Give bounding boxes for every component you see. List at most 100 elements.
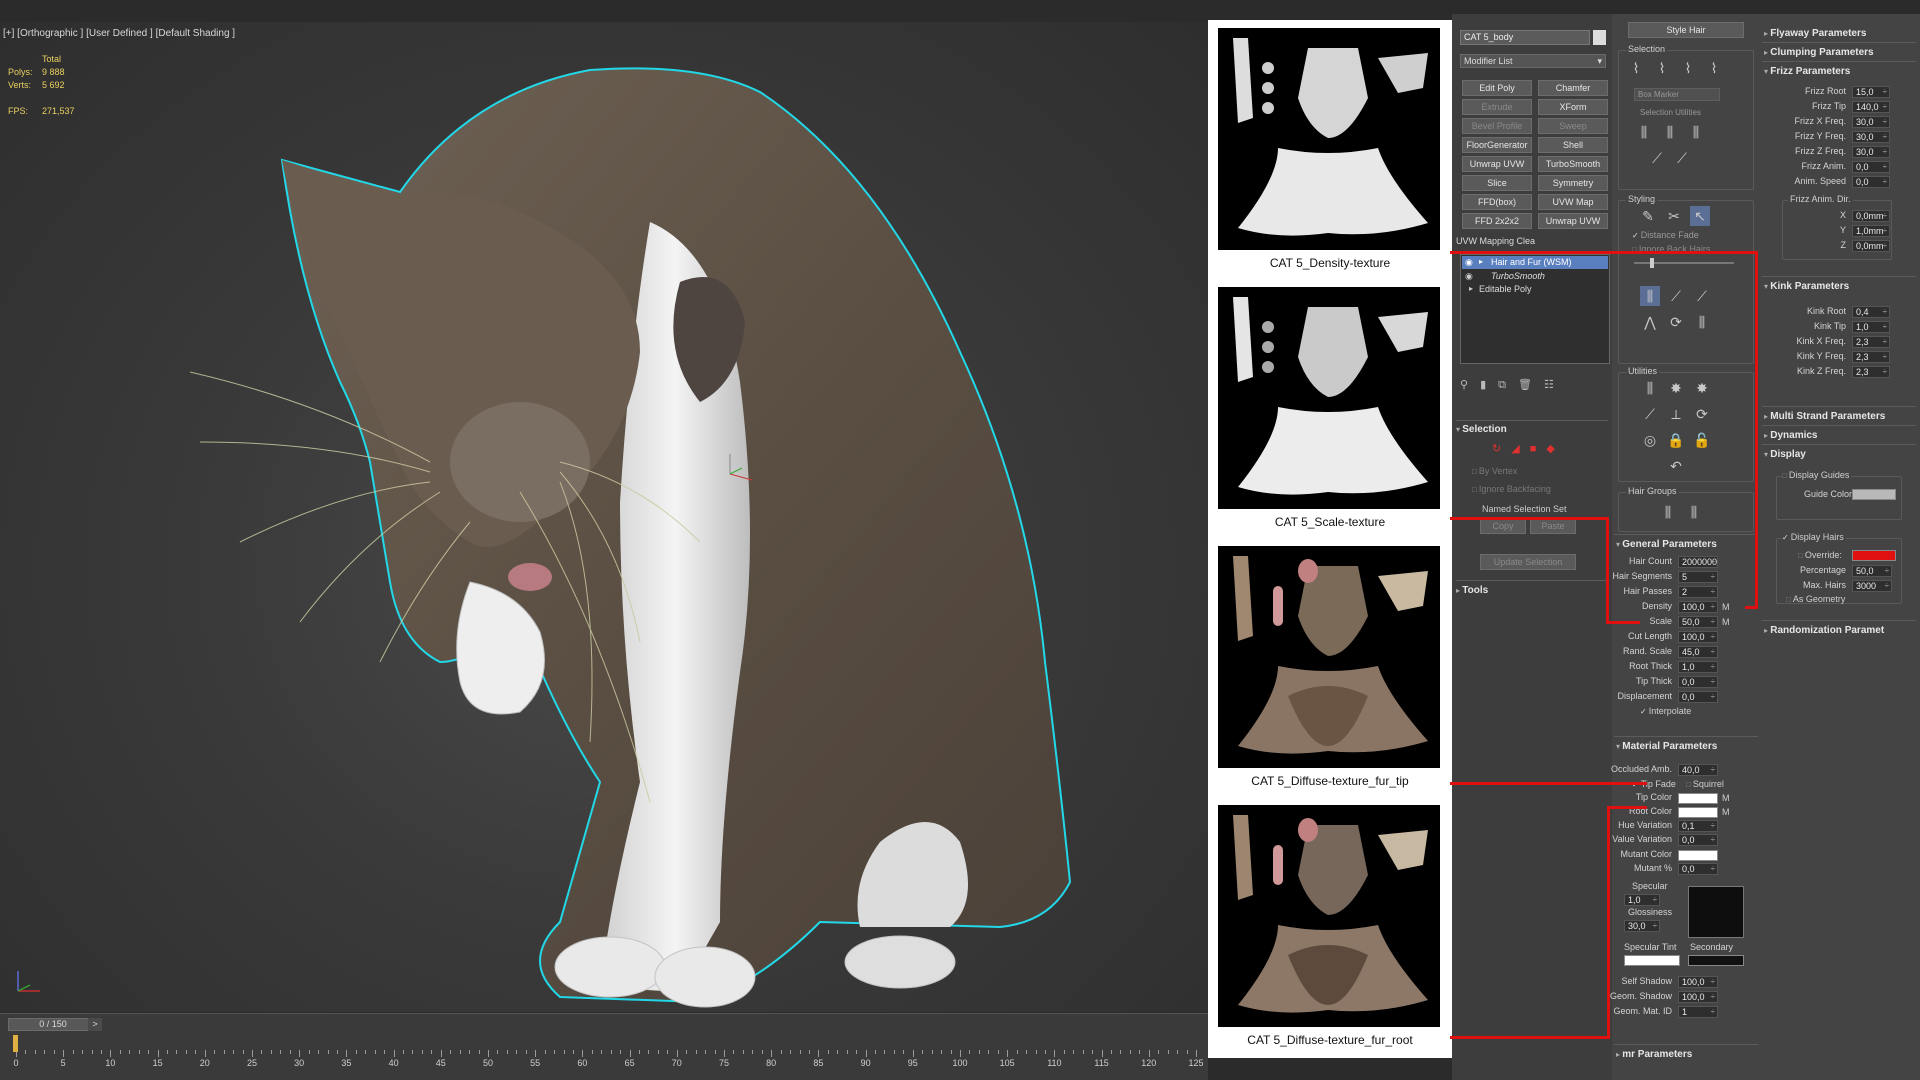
triangle-icon[interactable]: ◢ <box>1511 443 1529 455</box>
param-spinner[interactable]: 0,0mm <box>1852 210 1890 222</box>
poly-icon[interactable]: ◆ <box>1546 443 1564 455</box>
param-spinner[interactable]: 30,0 <box>1852 131 1890 143</box>
modifier-button[interactable]: UVW Map <box>1538 194 1608 210</box>
guide-color-swatch[interactable] <box>1852 489 1896 500</box>
translate-icon[interactable]: ⫼ <box>1640 286 1660 306</box>
time-slider[interactable]: 0 / 150 <box>8 1018 98 1031</box>
modifier-button[interactable]: Unwrap UVW <box>1538 213 1608 229</box>
modifier-button[interactable]: FFD 2x2x2 <box>1462 213 1532 229</box>
kink-parameters-header[interactable]: Kink Parameters <box>1764 281 1849 292</box>
object-color-swatch[interactable] <box>1593 30 1606 45</box>
modifier-button[interactable]: Edit Poly <box>1462 80 1532 96</box>
eye-icon[interactable]: ◉ <box>1465 271 1473 282</box>
update-selection-button[interactable]: Update Selection <box>1480 554 1576 570</box>
expand-arrow-icon[interactable]: ▸ <box>1469 284 1473 293</box>
param-spinner[interactable]: 0,0 <box>1678 676 1718 688</box>
param-spinner[interactable]: 15,0 <box>1852 86 1890 98</box>
flyaway-parameters-header[interactable]: Flyaway Parameters <box>1764 28 1866 39</box>
rotate-icon[interactable]: ⟳ <box>1666 312 1686 332</box>
expand-arrow-icon[interactable]: ▸ <box>1479 257 1483 266</box>
map-button[interactable]: M <box>1722 601 1731 613</box>
map-button[interactable] <box>1722 691 1731 703</box>
display-header[interactable]: Display <box>1764 449 1806 460</box>
timeline-ruler[interactable]: 0 5 10 15 20 25 30 35 40 45 50 55 60 65 70 75 80 85 90 95 10… <box>0 1040 1208 1068</box>
pop-zero-icon[interactable]: ✸ <box>1692 378 1712 398</box>
toggle-hair-icon[interactable]: ◎ <box>1640 430 1660 450</box>
lock-icon[interactable]: 🔒 <box>1666 430 1686 450</box>
specular-spinner[interactable]: 1,0 <box>1624 894 1660 906</box>
as-geometry-checkbox[interactable]: As Geometry <box>1786 594 1846 604</box>
secondary-specular-swatch[interactable] <box>1688 955 1744 966</box>
uvw-mapping-clear-button[interactable]: UVW Mapping Clea <box>1456 236 1535 246</box>
mutant-color-swatch[interactable] <box>1678 850 1718 861</box>
stack-toolbar[interactable]: ⚲▮⧉🗑☷ <box>1460 378 1610 396</box>
timeline[interactable]: 0 / 150 > 0 5 10 15 20 25 30 35 40 45 50 55 60 65 70 75… <box>0 1013 1208 1080</box>
map-button[interactable] <box>1722 661 1731 673</box>
modifier-button[interactable]: Slice <box>1462 175 1532 191</box>
param-spinner[interactable]: 5 <box>1678 571 1718 583</box>
pop-selected-icon[interactable]: ✸ <box>1666 378 1686 398</box>
modifier-button[interactable]: Sweep <box>1538 118 1608 134</box>
hue-variation-spinner[interactable]: 0,1 <box>1678 820 1718 832</box>
selection-utility-icon[interactable]: ⫼ <box>1660 122 1680 142</box>
root-color-map-button[interactable]: M <box>1722 806 1731 818</box>
display-hairs-checkbox[interactable]: Display Hairs <box>1782 532 1846 542</box>
viewport[interactable]: [+] [Orthographic ] [User Defined ] [Def… <box>0 22 1208 1012</box>
param-spinner[interactable]: 2,3 <box>1852 336 1890 348</box>
unlock-icon[interactable]: 🔓 <box>1692 430 1712 450</box>
puff-roots-icon[interactable]: ⟋ <box>1692 286 1712 306</box>
eye-icon[interactable]: ◉ <box>1465 257 1473 268</box>
root-color-swatch[interactable] <box>1678 807 1718 818</box>
next-frame-button[interactable]: > <box>88 1018 102 1031</box>
map-button[interactable] <box>1722 556 1731 568</box>
reset-rest-icon[interactable]: ⟂ <box>1666 404 1686 424</box>
modifier-button[interactable]: XForm <box>1538 99 1608 115</box>
sub-object-icons[interactable]: ↻◢■◆ <box>1492 442 1565 455</box>
tools-rollout-header[interactable]: Tools <box>1456 585 1488 596</box>
param-spinner[interactable]: 100,0 <box>1678 631 1718 643</box>
hair-brush-icon[interactable]: ✎ <box>1638 206 1658 226</box>
clumping-parameters-header[interactable]: Clumping Parameters <box>1764 47 1873 58</box>
undo-icon[interactable]: ↶ <box>1666 456 1686 476</box>
modifier-stack[interactable]: ◉ ▸ Hair and Fur (WSM) ◉ TurboSmooth ▸ E… <box>1460 254 1610 364</box>
modifier-button[interactable]: Chamfer <box>1538 80 1608 96</box>
override-checkbox[interactable]: Override: <box>1798 550 1842 560</box>
object-name-field[interactable]: CAT 5_body <box>1460 30 1590 45</box>
brush-size-slider[interactable] <box>1634 262 1734 264</box>
show-end-result-icon[interactable]: ▮ <box>1480 379 1498 391</box>
multi-strand-parameters-header[interactable]: Multi Strand Parameters <box>1764 411 1885 422</box>
stack-item-editable-poly[interactable]: Editable Poly <box>1479 284 1532 294</box>
modifier-button[interactable]: Extrude <box>1462 99 1532 115</box>
display-guides-checkbox[interactable]: Display Guides <box>1782 470 1852 480</box>
modifier-button[interactable]: Symmetry <box>1538 175 1608 191</box>
make-unique-icon[interactable]: ⧉ <box>1498 379 1518 391</box>
override-color-swatch[interactable] <box>1852 550 1896 561</box>
selection-rollout-header[interactable]: Selection <box>1456 424 1506 435</box>
recomb-icon[interactable]: ⟋ <box>1640 404 1660 424</box>
map-button[interactable]: M <box>1722 616 1731 628</box>
mr-parameters-header[interactable]: mr Parameters <box>1616 1049 1692 1060</box>
hair-cut-icon[interactable]: ✂ <box>1664 206 1684 226</box>
param-spinner[interactable]: 2,3 <box>1852 351 1890 363</box>
param-spinner[interactable]: 0,0 <box>1852 161 1890 173</box>
self-shadow-spinner[interactable]: 100,0 <box>1678 976 1718 988</box>
glossiness-spinner[interactable]: 30,0 <box>1624 920 1660 932</box>
time-slider-thumb[interactable] <box>13 1035 18 1052</box>
interpolate-checkbox[interactable]: Interpolate <box>1640 706 1692 716</box>
occluded-amb-spinner[interactable]: 40,0 <box>1678 764 1718 776</box>
dynamics-header[interactable]: Dynamics <box>1764 430 1817 441</box>
merge-groups-icon[interactable]: ⫼ <box>1684 502 1704 522</box>
distance-fade-checkbox[interactable]: Distance Fade <box>1632 230 1699 240</box>
general-parameters-header[interactable]: General Parameters <box>1616 539 1717 550</box>
material-parameters-header[interactable]: Material Parameters <box>1616 741 1717 752</box>
param-spinner[interactable]: 1,0mm <box>1852 225 1890 237</box>
clump-icon[interactable]: ⋀ <box>1640 312 1660 332</box>
geom-mat-id-spinner[interactable]: 1 <box>1678 1006 1718 1018</box>
modifier-button[interactable]: Shell <box>1538 137 1608 153</box>
scale-icon[interactable]: ⫼ <box>1692 312 1712 332</box>
param-spinner[interactable]: 1,0 <box>1678 661 1718 673</box>
select-hair-icon[interactable]: ⌇ <box>1704 58 1724 78</box>
map-button[interactable] <box>1722 586 1731 598</box>
remove-modifier-icon[interactable]: 🗑 <box>1518 379 1544 391</box>
param-spinner[interactable]: 0,0mm <box>1852 240 1890 252</box>
